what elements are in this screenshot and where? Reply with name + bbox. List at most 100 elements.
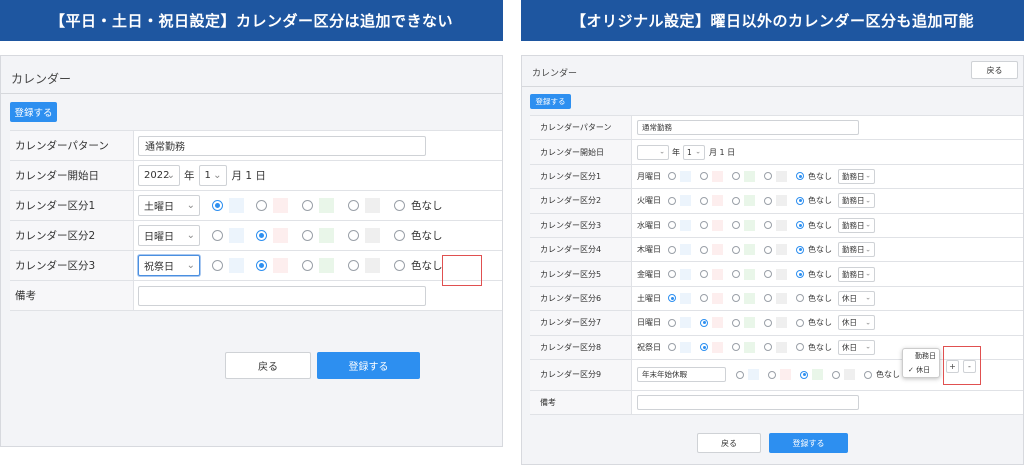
back-button[interactable]: 戻る xyxy=(697,433,761,453)
day-type-select[interactable]: 休日 ⌄ xyxy=(838,339,875,355)
day-type-select[interactable]: 休日 ⌄ xyxy=(838,315,875,331)
day-type-select[interactable]: 勤務日 ⌄ xyxy=(838,217,875,233)
color-pink-radio[interactable] xyxy=(700,221,708,230)
green-swatch xyxy=(744,268,755,280)
color-pink-radio[interactable] xyxy=(700,343,708,352)
color-gray-radio[interactable] xyxy=(764,343,772,352)
no-color-radio[interactable] xyxy=(796,318,804,327)
color-blue-radio[interactable] xyxy=(668,245,676,254)
color-gray-radio[interactable] xyxy=(764,245,772,254)
color-gray-radio[interactable] xyxy=(764,221,772,230)
color-green-radio[interactable] xyxy=(732,245,740,254)
category-day-select[interactable]: 土曜日 ⌄ xyxy=(138,195,200,216)
register-bottom-button[interactable]: 登録する xyxy=(769,433,848,453)
color-green-radio[interactable] xyxy=(732,221,740,230)
day-type-select[interactable]: 勤務日 ⌄ xyxy=(838,168,875,184)
color-pink-radio[interactable] xyxy=(700,318,708,327)
color-blue-radio[interactable] xyxy=(668,172,676,181)
day-type-select[interactable]: 勤務日 ⌄ xyxy=(838,193,875,209)
no-color-radio[interactable] xyxy=(864,370,872,379)
color-blue-radio[interactable] xyxy=(668,318,676,327)
day-type-select[interactable]: 休日 ⌄ xyxy=(838,290,875,306)
color-gray-radio[interactable] xyxy=(764,172,772,181)
color-gray-radio[interactable] xyxy=(764,270,772,279)
category-9-input[interactable]: 年末年始休暇 xyxy=(637,367,726,383)
color-blue-radio[interactable] xyxy=(212,230,223,241)
color-green-radio[interactable] xyxy=(732,343,740,352)
color-pink-radio[interactable] xyxy=(700,196,708,205)
no-color-radio[interactable] xyxy=(796,245,804,254)
color-gray-radio[interactable] xyxy=(764,294,772,303)
color-green-radio[interactable] xyxy=(732,270,740,279)
note-input[interactable] xyxy=(637,395,859,411)
color-gray-radio[interactable] xyxy=(348,260,359,271)
back-top-button[interactable]: 戻る xyxy=(971,61,1018,79)
no-color-radio[interactable] xyxy=(394,260,405,271)
color-pink-radio[interactable] xyxy=(700,172,708,181)
color-pink-radio[interactable] xyxy=(256,200,267,211)
color-green-radio[interactable] xyxy=(732,172,740,181)
day-type-value: 勤務日 xyxy=(842,220,865,230)
no-color-radio[interactable] xyxy=(796,343,804,352)
pattern-input[interactable]: 通常勤務 xyxy=(138,135,426,156)
color-gray-radio[interactable] xyxy=(832,370,840,379)
color-blue-radio[interactable] xyxy=(668,221,676,230)
color-gray-radio[interactable] xyxy=(764,318,772,327)
start-month-value: 1 xyxy=(687,147,692,157)
color-blue-radio[interactable] xyxy=(212,260,223,271)
dropdown-option-workday[interactable]: 勤務日 xyxy=(903,349,939,363)
category-day: 土曜日 xyxy=(637,293,661,303)
category-day-value: 祝祭日 xyxy=(144,262,174,273)
add-category-button[interactable]: + xyxy=(946,360,959,373)
no-color-radio[interactable] xyxy=(796,294,804,303)
color-pink-radio[interactable] xyxy=(700,245,708,254)
no-color-radio[interactable] xyxy=(796,172,804,181)
start-month-select[interactable]: 1 ⌄ xyxy=(683,144,705,160)
color-pink-radio[interactable] xyxy=(256,260,267,271)
no-color-label: 色なし xyxy=(808,245,832,255)
pattern-input[interactable]: 通常勤務 xyxy=(637,120,859,136)
color-green-radio[interactable] xyxy=(302,200,313,211)
color-blue-radio[interactable] xyxy=(668,294,676,303)
dropdown-option-holiday[interactable]: ✓ 休日 xyxy=(903,363,939,377)
back-button[interactable]: 戻る xyxy=(225,352,311,379)
start-year-select[interactable]: ⌄ xyxy=(637,144,669,160)
start-month-select[interactable]: 1 ⌄ xyxy=(198,165,227,186)
color-green-radio[interactable] xyxy=(732,318,740,327)
no-color-radio[interactable] xyxy=(796,196,804,205)
color-green-radio[interactable] xyxy=(302,230,313,241)
color-blue-radio[interactable] xyxy=(736,370,744,379)
category-day-select[interactable]: 日曜日 ⌄ xyxy=(138,225,200,246)
note-input[interactable] xyxy=(138,285,426,306)
color-blue-radio[interactable] xyxy=(668,343,676,352)
right-calendar-panel: カレンダー 戻る 登録する カレンダーパターン 通常勤務 カレンダー開始日 ⌄ … xyxy=(521,55,1024,465)
no-color-radio[interactable] xyxy=(796,221,804,230)
no-color-radio[interactable] xyxy=(796,270,804,279)
color-blue-radio[interactable] xyxy=(212,200,223,211)
category-label: カレンダー区分3 xyxy=(530,213,632,237)
color-pink-radio[interactable] xyxy=(768,370,776,379)
color-pink-radio[interactable] xyxy=(700,294,708,303)
category-day-select[interactable]: 祝祭日 ⌄ xyxy=(138,255,200,276)
no-color-radio[interactable] xyxy=(394,200,405,211)
day-type-select[interactable]: 勤務日 ⌄ xyxy=(838,266,875,282)
remove-category-button[interactable]: - xyxy=(963,360,976,373)
color-green-radio[interactable] xyxy=(732,294,740,303)
color-pink-radio[interactable] xyxy=(256,230,267,241)
color-gray-radio[interactable] xyxy=(348,230,359,241)
register-bottom-button[interactable]: 登録する xyxy=(317,352,420,379)
color-blue-radio[interactable] xyxy=(668,270,676,279)
color-blue-radio[interactable] xyxy=(668,196,676,205)
color-pink-radio[interactable] xyxy=(700,270,708,279)
color-green-radio[interactable] xyxy=(800,370,808,379)
register-top-button[interactable]: 登録する xyxy=(530,94,571,109)
color-gray-radio[interactable] xyxy=(348,200,359,211)
color-green-radio[interactable] xyxy=(302,260,313,271)
color-green-radio[interactable] xyxy=(732,196,740,205)
no-color-radio[interactable] xyxy=(394,230,405,241)
category-day: 月曜日 xyxy=(637,171,661,181)
register-top-button[interactable]: 登録する xyxy=(10,102,57,122)
start-year-select[interactable]: 2022 ⌄ xyxy=(138,165,180,186)
day-type-select[interactable]: 勤務日 ⌄ xyxy=(838,242,875,258)
color-gray-radio[interactable] xyxy=(764,196,772,205)
